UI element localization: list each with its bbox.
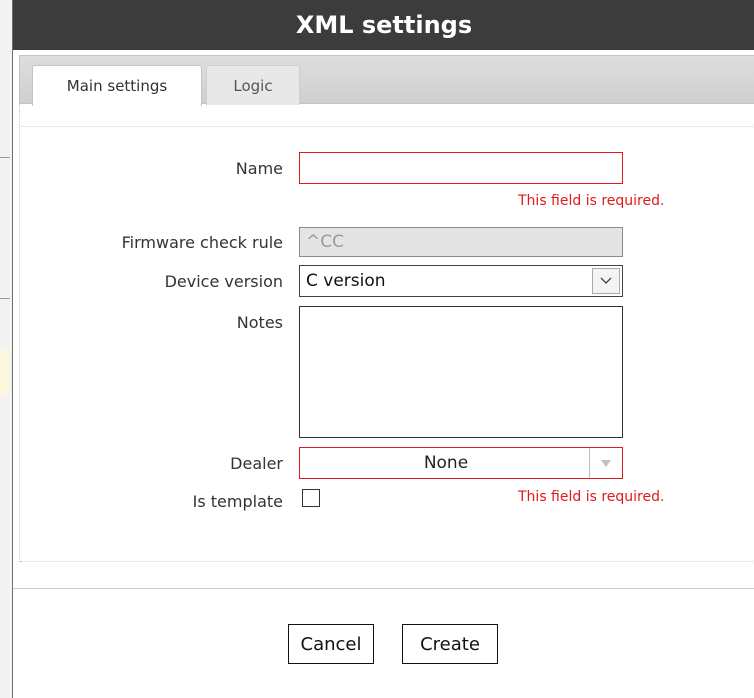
background-page-strip	[0, 0, 12, 698]
dealer-error: This field is required.	[518, 489, 665, 505]
dialog-title: XML settings	[295, 11, 473, 39]
background-divider	[0, 157, 10, 158]
cancel-button[interactable]: Cancel	[288, 624, 374, 664]
triangle-down-icon[interactable]	[589, 448, 622, 478]
device-version-value: C version	[306, 271, 386, 291]
notes-label: Notes	[236, 313, 283, 332]
create-button[interactable]: Create	[402, 624, 498, 664]
dialog-title-bar[interactable]: XML settings	[13, 0, 754, 50]
tab-logic[interactable]: Logic	[206, 65, 300, 105]
notes-textarea[interactable]	[299, 306, 623, 438]
is-template-label: Is template	[192, 492, 283, 511]
xml-settings-dialog: XML settings Main settings Logic Name Th…	[12, 0, 754, 698]
firmware-check-rule-value: ^CC	[306, 232, 344, 252]
dealer-select[interactable]: None	[299, 447, 623, 479]
chevron-down-icon[interactable]	[592, 268, 620, 294]
firmware-check-rule-input: ^CC	[299, 227, 623, 257]
name-error: This field is required.	[518, 193, 665, 209]
tabs-header: Main settings Logic	[19, 55, 754, 106]
tab-main-settings[interactable]: Main settings	[32, 65, 202, 106]
name-label: Name	[235, 159, 283, 178]
name-input[interactable]	[299, 152, 623, 184]
tab-label: Logic	[233, 76, 273, 95]
device-version-label: Device version	[164, 272, 283, 291]
dealer-value: None	[423, 453, 469, 473]
is-template-checkbox[interactable]	[302, 489, 320, 507]
footer-divider	[13, 588, 754, 589]
firmware-check-rule-label: Firmware check rule	[121, 233, 283, 252]
dealer-label: Dealer	[230, 454, 283, 473]
background-divider	[0, 298, 10, 299]
background-highlight	[0, 350, 10, 394]
tab-label: Main settings	[66, 77, 168, 95]
device-version-select[interactable]: C version	[299, 265, 623, 297]
